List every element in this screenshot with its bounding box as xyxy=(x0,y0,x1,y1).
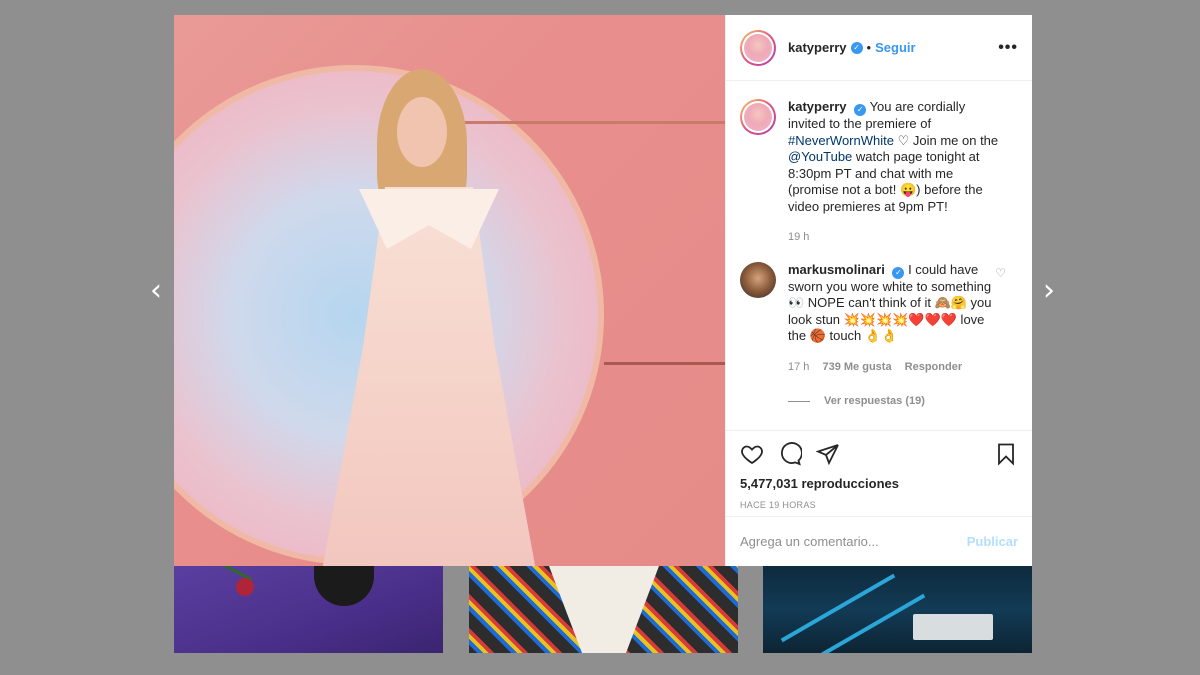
launchpad xyxy=(913,614,993,640)
verified-icon: ✓ xyxy=(892,266,905,279)
grid-thumbnail-1[interactable] xyxy=(174,566,443,653)
post-timestamp: HACE 19 HORAS xyxy=(740,500,816,510)
replies-line xyxy=(788,400,810,402)
share-icon[interactable] xyxy=(816,442,840,466)
caption-text: ♡ Join me on the xyxy=(897,132,999,148)
post-header: katyperry ✓ • Seguir ••• xyxy=(726,15,1032,81)
post-modal: katyperry ✓ • Seguir ••• katyperry ✓ You… xyxy=(174,15,1032,566)
caption-username[interactable]: katyperry xyxy=(788,99,847,114)
mention-link[interactable]: @YouTube xyxy=(788,149,852,164)
wall-line xyxy=(604,362,725,365)
view-replies-label: Ver respuestas (19) xyxy=(824,395,925,407)
like-comment-icon[interactable]: ♡ xyxy=(995,266,1006,280)
bride-figure xyxy=(299,57,559,566)
dress xyxy=(319,187,539,566)
chevron-right-icon[interactable]: › xyxy=(1037,276,1061,306)
comment-icon[interactable] xyxy=(778,442,802,466)
add-comment-bar: Publicar xyxy=(726,516,1032,566)
comments-section: katyperry ✓ You are cordially invited to… xyxy=(726,81,1032,430)
view-count[interactable]: 5,477,031 reproducciones xyxy=(740,476,1018,491)
comment-likes[interactable]: 739 Me gusta xyxy=(822,361,891,373)
reply-button[interactable]: Responder xyxy=(905,361,962,373)
hashtag-link[interactable]: #NeverWornWhite xyxy=(788,133,894,148)
view-replies-button[interactable]: Ver respuestas (19) xyxy=(788,395,1018,407)
grid-thumbnail-2[interactable] xyxy=(469,566,738,653)
post-media[interactable] xyxy=(174,15,725,566)
collar xyxy=(549,566,659,653)
light-stripe xyxy=(780,573,896,643)
post-sidebar: katyperry ✓ • Seguir ••• katyperry ✓ You… xyxy=(725,15,1032,566)
commenter-username[interactable]: markusmolinari xyxy=(788,262,885,277)
caption-meta: 19 h xyxy=(788,229,1003,246)
comment: markusmolinari ✓ I could have sworn you … xyxy=(740,261,1018,376)
bookmark-icon[interactable] xyxy=(994,442,1018,466)
caption-time: 19 h xyxy=(788,231,810,243)
rose xyxy=(236,578,254,596)
commenter-avatar[interactable] xyxy=(740,261,776,298)
verified-icon: ✓ xyxy=(850,41,863,54)
publish-button[interactable]: Publicar xyxy=(967,534,1018,549)
caption: katyperry ✓ You are cordially invited to… xyxy=(740,99,1018,246)
chevron-left-icon[interactable]: ‹ xyxy=(144,276,168,306)
author-avatar[interactable] xyxy=(740,29,776,66)
verified-icon: ✓ xyxy=(854,104,867,116)
separator-dot: • xyxy=(866,40,872,55)
caption-avatar[interactable] xyxy=(740,99,776,135)
author-username[interactable]: katyperry xyxy=(788,40,847,55)
grid-thumbnail-3[interactable] xyxy=(763,566,1032,653)
post-actions: 5,477,031 reproducciones HACE 19 HORAS xyxy=(726,430,1032,516)
comment-meta: 17 h 739 Me gusta Responder xyxy=(788,359,1003,376)
heart-icon[interactable] xyxy=(740,442,764,466)
comment-input[interactable] xyxy=(740,534,967,549)
more-options-icon[interactable]: ••• xyxy=(998,39,1018,57)
comment-time: 17 h xyxy=(788,360,810,373)
light-stripe xyxy=(810,593,926,653)
follow-button[interactable]: Seguir xyxy=(875,40,915,55)
shoe xyxy=(314,566,374,606)
face xyxy=(397,97,447,167)
